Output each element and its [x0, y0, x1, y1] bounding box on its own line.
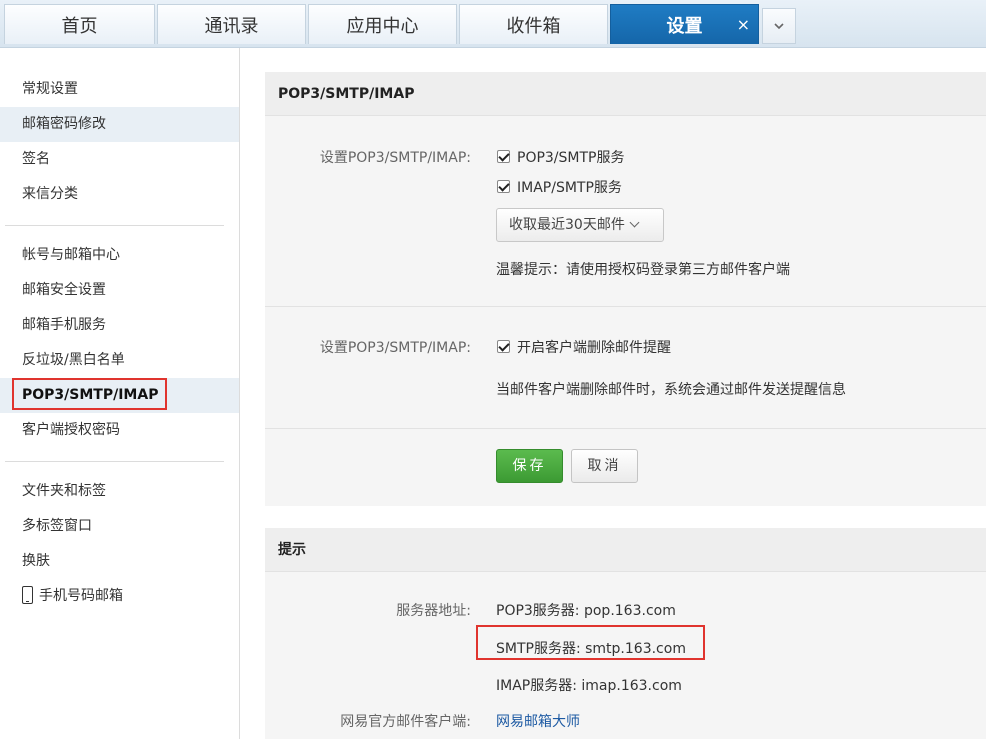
delete-notify-option-label: 开启客户端删除邮件提醒 [517, 340, 671, 356]
auth-code-tip: 温馨提示：请使用授权码登录第三方邮件客户端 [496, 262, 790, 278]
sidebar-item-label: 换肤 [22, 553, 50, 569]
receive-range-select[interactable]: 收取最近30天邮件 [496, 208, 664, 242]
tab-label: 应用中心 [346, 15, 419, 37]
sidebar-item-label: 邮箱密码修改 [22, 116, 106, 132]
sidebar-item-signature[interactable]: 签名 [0, 142, 239, 177]
sidebar-item-label: 邮箱手机服务 [22, 317, 106, 333]
sidebar-item-label: 文件夹和标签 [22, 483, 106, 499]
section-divider [265, 306, 986, 307]
sidebar-item-label: 多标签窗口 [22, 518, 92, 534]
sidebar-item-account-center[interactable]: 帐号与邮箱中心 [0, 238, 239, 273]
sidebar-divider [5, 461, 224, 462]
imap-smtp-option-label: IMAP/SMTP服务 [517, 180, 622, 196]
tips-panel: 提示 服务器地址: POP3服务器: pop.163.com SMTP服务器: … [265, 528, 986, 739]
imap-server: IMAP服务器: imap.163.com [496, 678, 682, 694]
sidebar-item-skin[interactable]: 换肤 [0, 544, 239, 579]
server-address-label: 服务器地址: [396, 603, 471, 619]
sidebar-item-client-auth[interactable]: 客户端授权密码 [0, 413, 239, 448]
sidebar-item-phone-mailbox[interactable]: 手机号码邮箱 [0, 579, 239, 614]
sidebar-item-label: 签名 [22, 151, 50, 167]
sidebar-group-other: 文件夹和标签 多标签窗口 换肤 手机号码邮箱 [0, 474, 239, 614]
sidebar-divider [5, 225, 224, 226]
sidebar-item-label: POP3/SMTP/IMAP [22, 387, 159, 403]
tab-label: 首页 [61, 15, 98, 37]
settings-sidebar: 常规设置 邮箱密码修改 签名 来信分类 帐号与邮箱中心 邮箱安全设置 邮箱手机服… [0, 48, 240, 739]
sidebar-item-label: 客户端授权密码 [22, 422, 120, 438]
panel-title: POP3/SMTP/IMAP [265, 72, 986, 116]
top-tab-bar: 首页 通讯录 应用中心 收件箱 设置 × [0, 0, 986, 48]
cancel-button[interactable]: 取消 [571, 449, 638, 483]
sidebar-item-general[interactable]: 常规设置 [0, 72, 239, 107]
sidebar-item-filter[interactable]: 来信分类 [0, 177, 239, 212]
select-value: 收取最近30天邮件 [509, 217, 625, 233]
phone-icon [22, 586, 33, 604]
sidebar-item-multi-tab[interactable]: 多标签窗口 [0, 509, 239, 544]
official-client-label: 网易官方邮件客户端: [340, 714, 471, 730]
save-button[interactable]: 保存 [496, 449, 563, 483]
sidebar-item-label: 邮箱安全设置 [22, 282, 106, 298]
setting-label: 设置POP3/SMTP/IMAP: [319, 340, 471, 356]
sidebar-item-security[interactable]: 邮箱安全设置 [0, 273, 239, 308]
tab-app-center[interactable]: 应用中心 [308, 4, 457, 44]
pop3-settings-panel: POP3/SMTP/IMAP 设置POP3/SMTP/IMAP: POP3/SM… [265, 72, 986, 506]
tab-more-button[interactable] [762, 8, 796, 44]
smtp-server: SMTP服务器: smtp.163.com [496, 641, 686, 657]
delete-notify-checkbox[interactable] [497, 340, 510, 353]
sidebar-item-folders[interactable]: 文件夹和标签 [0, 474, 239, 509]
imap-smtp-checkbox[interactable] [497, 180, 510, 193]
sidebar-item-label: 常规设置 [22, 81, 78, 97]
sidebar-item-password[interactable]: 邮箱密码修改 [0, 107, 239, 142]
sidebar-item-label: 来信分类 [22, 186, 78, 202]
sidebar-item-label: 帐号与邮箱中心 [22, 247, 120, 263]
sidebar-item-label: 反垃圾/黑白名单 [22, 352, 125, 368]
chevron-down-icon [629, 217, 640, 228]
section-divider [265, 428, 986, 429]
pop3-smtp-checkbox[interactable] [497, 150, 510, 163]
delete-notify-description: 当邮件客户端删除邮件时，系统会通过邮件发送提醒信息 [496, 382, 846, 398]
tab-label: 通讯录 [204, 15, 259, 37]
mail-master-link[interactable]: 网易邮箱大师 [496, 711, 580, 731]
sidebar-item-mobile-service[interactable]: 邮箱手机服务 [0, 308, 239, 343]
sidebar-item-spam[interactable]: 反垃圾/黑白名单 [0, 343, 239, 378]
tab-label: 收件箱 [506, 15, 561, 37]
tab-home[interactable]: 首页 [4, 4, 155, 44]
pop3-smtp-option-label: POP3/SMTP服务 [517, 150, 625, 166]
chevron-down-icon [774, 22, 784, 29]
tab-contacts[interactable]: 通讯录 [157, 4, 306, 44]
sidebar-group-account: 帐号与邮箱中心 邮箱安全设置 邮箱手机服务 反垃圾/黑白名单 POP3/SMTP… [0, 238, 239, 448]
panel-title: 提示 [265, 528, 986, 572]
tab-inbox[interactable]: 收件箱 [459, 4, 608, 44]
sidebar-item-pop3-smtp-imap[interactable]: POP3/SMTP/IMAP [0, 378, 239, 413]
pop3-server: POP3服务器: pop.163.com [496, 603, 676, 619]
setting-label: 设置POP3/SMTP/IMAP: [319, 150, 471, 166]
tab-settings[interactable]: 设置 × [610, 4, 759, 44]
sidebar-group-basic: 常规设置 邮箱密码修改 签名 来信分类 [0, 72, 239, 212]
sidebar-item-label: 手机号码邮箱 [39, 588, 123, 604]
tab-label: 设置 [666, 15, 703, 37]
close-icon[interactable]: × [737, 15, 750, 34]
